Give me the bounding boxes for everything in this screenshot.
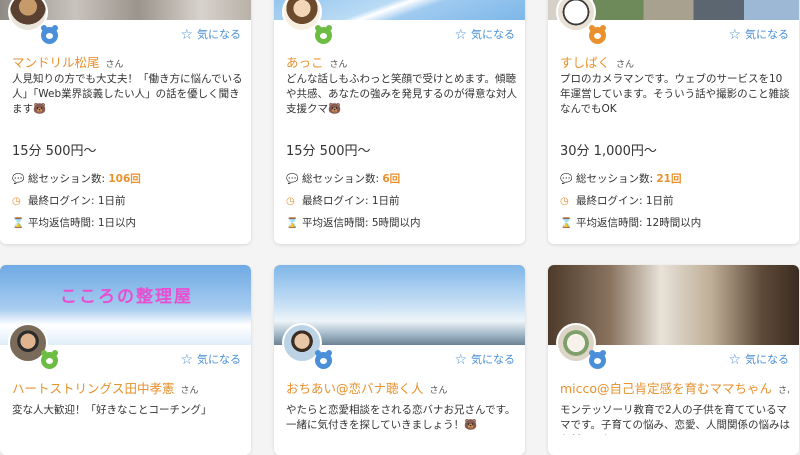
hourglass-icon: ⌛ [560, 218, 573, 229]
session-count: 💬 総セッション数: 106回 [12, 173, 141, 185]
mentor-name[interactable]: マンドリル松尾 さん [12, 52, 241, 71]
price: 15分 500円〜 [286, 144, 371, 159]
clock-icon: ◷ [12, 196, 21, 207]
reply-time: ⌛ 平均返信時間: 12時間以内 [560, 217, 702, 229]
reply-time: ⌛ 平均返信時間: 5時間以内 [286, 217, 421, 229]
mentor-name[interactable]: ハートストリングス田中孝憲 さん [12, 378, 241, 397]
chat-bubble-icon: 💬 [286, 174, 299, 185]
mentor-name[interactable]: あっこ さん [286, 52, 515, 71]
mentor-card[interactable]: ☆ 気になる マンドリル松尾 さん 人見知りの方でも大丈夫！「働き方に悩んでいる人」… [0, 0, 251, 244]
mentor-description: どんな話しもふわっと笑顔で受けとめます。傾聴や共感、あなたの強みを発見するのが得… [286, 73, 517, 115]
mentor-card[interactable]: ☆ 気になる おちあい@恋バナ聴く人 さん やたらと恋愛相談をされる恋バナお兄さんで… [274, 265, 525, 455]
mentor-card[interactable]: こころの整理屋 ☆ 気になる ハートストリングス田中孝憲 さん 変な人大歓迎！「好き… [0, 265, 251, 455]
mentor-card[interactable]: ☆ 気になる あっこ さん どんな話しもふわっと笑顔で受けとめます。傾聴や共感、あな… [274, 0, 525, 244]
mentor-name[interactable]: おちあい@恋バナ聴く人 さん [286, 378, 515, 397]
session-count: 💬 総セッション数: 6回 [286, 173, 401, 185]
session-count: 💬 総セッション数: 21回 [560, 173, 682, 185]
favorite-button[interactable]: ☆ 気になる [454, 26, 515, 44]
star-icon: ☆ [454, 27, 467, 43]
mentor-name[interactable]: すしぱく さん [560, 52, 789, 71]
last-login: ◷ 最終ログイン: 1日前 [12, 195, 126, 207]
last-login: ◷ 最終ログイン: 1日前 [560, 195, 674, 207]
favorite-button[interactable]: ☆ 気になる [454, 351, 515, 369]
price: 15分 500円〜 [12, 144, 97, 159]
bear-badge-icon [315, 25, 332, 44]
banner-title: こころの整理屋 [60, 287, 193, 307]
mentor-description: プロのカメラマンです。ウェブのサービスを10年運営しています。そういう話や撮影の… [560, 73, 790, 115]
star-icon: ☆ [454, 352, 467, 368]
clock-icon: ◷ [560, 196, 569, 207]
favorite-button[interactable]: ☆ 気になる [180, 351, 241, 369]
star-icon: ☆ [180, 352, 193, 368]
mentor-card[interactable]: ☆気になる micco@自己肯定感を育むママちゃんさん モンテッソーリ教育で2人… [548, 265, 799, 455]
bear-badge-icon [41, 25, 58, 44]
bear-badge-icon [315, 350, 332, 369]
mentor-description: モンテッソーリ教育で2人の子供を育てているママです。子育ての悩み、恋愛、人間関係… [560, 404, 790, 435]
chat-bubble-icon: 💬 [560, 174, 573, 185]
mentor-name[interactable]: micco@自己肯定感を育むママちゃんさん [560, 378, 789, 397]
price: 30分 1,000円〜 [560, 144, 657, 159]
chat-bubble-icon: 💬 [12, 174, 25, 185]
bear-badge-icon [589, 25, 606, 44]
star-icon: ☆ [728, 27, 741, 43]
bear-badge-icon [41, 350, 58, 369]
clock-icon: ◷ [286, 196, 295, 207]
favorite-button[interactable]: ☆ 気になる [180, 26, 241, 44]
hourglass-icon: ⌛ [12, 218, 25, 229]
mentor-description: 変な人大歓迎！「好きなことコーチング」 [12, 404, 212, 416]
mentor-description: やたらと恋愛相談をされる恋バナお兄さんです。一緒に気付きを探していきましょう！🐻 [286, 404, 516, 431]
hourglass-icon: ⌛ [286, 218, 299, 229]
bear-badge-icon [589, 350, 606, 369]
last-login: ◷ 最終ログイン: 1日前 [286, 195, 400, 207]
mentor-description: 人見知りの方でも大丈夫！「働き方に悩んでいる人」「Web業界談義したい人」の話を… [12, 73, 243, 115]
mentor-card[interactable]: ☆ 気になる すしぱく さん プロのカメラマンです。ウェブのサービスを10年運営して… [548, 0, 799, 244]
reply-time: ⌛ 平均返信時間: 1日以内 [12, 217, 137, 229]
favorite-button[interactable]: ☆ 気になる [728, 26, 789, 44]
favorite-button[interactable]: ☆ 気になる [728, 351, 789, 369]
star-icon: ☆ [180, 27, 193, 43]
star-icon: ☆ [728, 352, 741, 368]
